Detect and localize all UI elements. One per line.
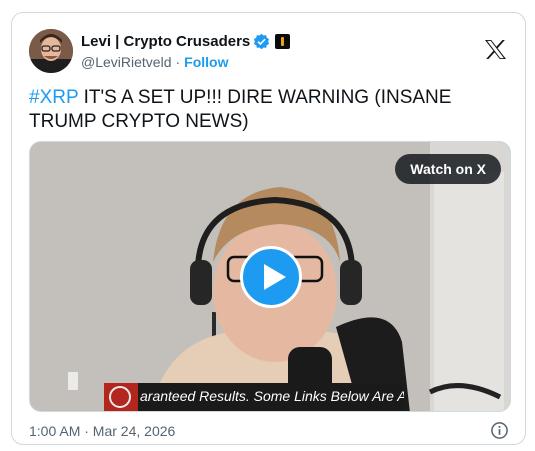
video-player[interactable]: Watch on X aranteed Results. Some Links … [29, 141, 511, 412]
ticker-logo-icon [104, 383, 138, 411]
name-row: Levi | Crypto Crusaders [81, 31, 291, 51]
ticker-text: aranteed Results. Some Links Below Are A… [140, 388, 404, 404]
tweet-timestamp[interactable]: 1:00 AM · Mar 24, 2026 [29, 423, 175, 439]
follow-button[interactable]: Follow [184, 54, 228, 70]
tweet-card[interactable]: Levi | Crypto Crusaders @LeviRietveld · … [11, 12, 526, 445]
x-logo-icon[interactable] [484, 39, 507, 60]
avatar-image [29, 29, 73, 73]
tweet-text: #XRP IT'S A SET UP!!! DIRE WARNING (INSA… [29, 86, 509, 134]
video-ticker: aranteed Results. Some Links Below Are A… [104, 383, 404, 411]
play-icon [264, 264, 286, 290]
tweet-footer: 1:00 AM · Mar 24, 2026 [29, 421, 509, 441]
separator-dot: · [175, 54, 181, 70]
author-display-name[interactable]: Levi | Crypto Crusaders [81, 33, 250, 50]
handle-row: @LeviRietveld · Follow [81, 53, 290, 71]
play-button[interactable] [240, 246, 302, 308]
ticker-logo-ring [109, 386, 131, 408]
author-info: Levi | Crypto Crusaders @LeviRietveld · … [81, 31, 291, 71]
avatar[interactable] [29, 29, 73, 73]
verified-badge-icon [254, 33, 270, 49]
info-icon[interactable] [490, 421, 509, 440]
hashtag-link[interactable]: #XRP [29, 87, 78, 108]
author-handle[interactable]: @LeviRietveld [81, 54, 171, 70]
tweet-header: Levi | Crypto Crusaders @LeviRietveld · … [29, 29, 509, 73]
affiliate-badge-icon [275, 33, 291, 49]
watch-on-x-button[interactable]: Watch on X [395, 154, 501, 184]
tweet-body: IT'S A SET UP!!! DIRE WARNING (INSANE TR… [29, 87, 452, 132]
